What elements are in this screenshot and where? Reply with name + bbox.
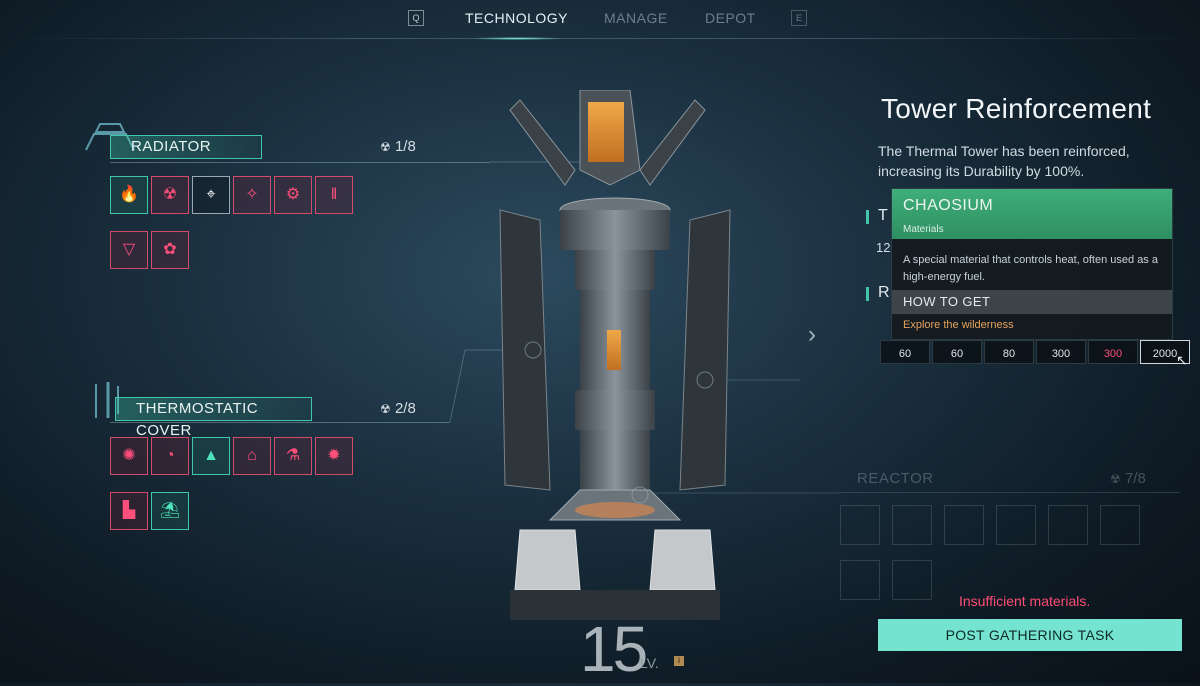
how-to-get-label: HOW TO GET — [903, 294, 991, 309]
tooltip-description: A special material that controls heat, o… — [903, 254, 1158, 283]
material-slot-3[interactable]: 80 — [984, 340, 1034, 364]
tech-description-line-2: increasing its Durability by 100%. — [878, 163, 1085, 179]
material-slot-4[interactable]: 300 — [1036, 340, 1086, 364]
radiation-icon: ☢ — [1110, 472, 1121, 486]
how-to-get-bar: HOW TO GET — [892, 290, 1172, 314]
requirements-label: R — [878, 284, 890, 301]
time-marker — [866, 210, 869, 224]
reactor-divider — [840, 492, 1180, 493]
material-tooltip: CHAOSIUM Materials A special material th… — [891, 188, 1173, 340]
reactor-title: REACTOR — [857, 470, 934, 487]
how-to-get-value: Explore the wilderness — [903, 319, 1014, 331]
post-gathering-task-button[interactable]: POST GATHERING TASK — [878, 619, 1182, 651]
status-message: Insufficient materials. — [959, 593, 1091, 609]
reactor-count-value: 7/8 — [1124, 470, 1146, 487]
level-label: LV. — [640, 655, 659, 671]
tower-level: 15 — [580, 613, 648, 685]
time-label: T — [878, 207, 888, 224]
thermal-tower-illustration — [499, 90, 731, 620]
time-value: 12 — [876, 240, 891, 255]
tooltip-material-name: CHAOSIUM — [903, 197, 994, 214]
material-slot-1[interactable]: 60 — [880, 340, 930, 364]
tech-title: Tower Reinforcement — [881, 93, 1152, 124]
material-slot-5[interactable]: 300 — [1088, 340, 1138, 364]
material-slot-2[interactable]: 60 — [932, 340, 982, 364]
chevron-right-icon[interactable]: › — [808, 320, 830, 350]
info-icon[interactable]: i — [674, 656, 684, 666]
requirements-marker — [866, 287, 869, 301]
reactor-tech-grid — [840, 505, 1180, 600]
mouse-cursor-icon: ↖ — [1176, 352, 1188, 368]
tooltip-category: Materials — [903, 224, 944, 235]
tech-description-line-1: The Thermal Tower has been reinforced, — [878, 143, 1130, 159]
reactor-count: ☢ 7/8 — [1110, 470, 1146, 487]
